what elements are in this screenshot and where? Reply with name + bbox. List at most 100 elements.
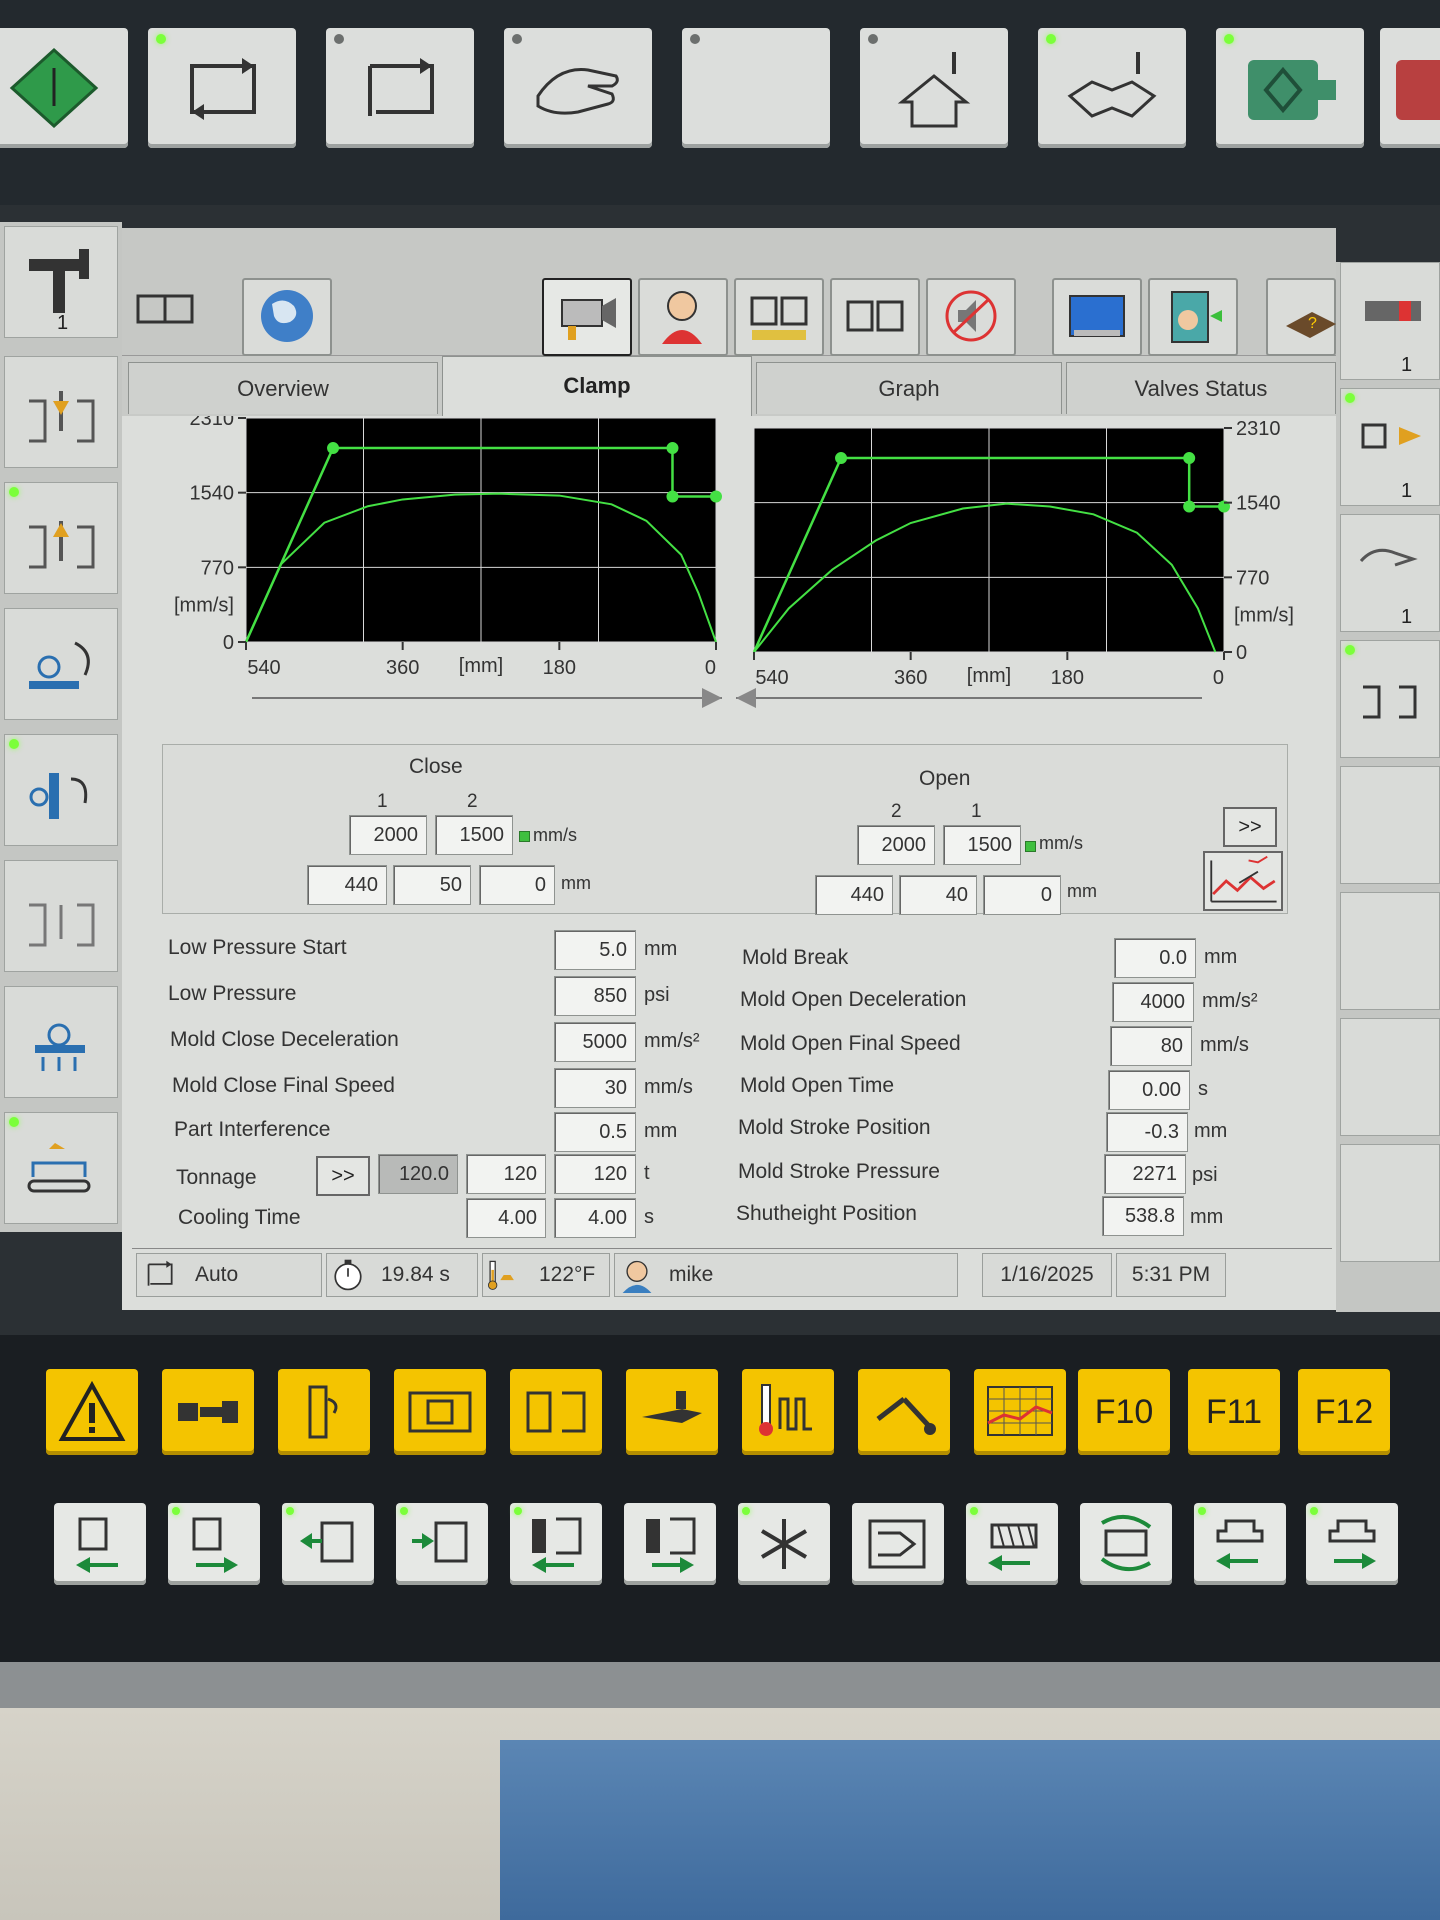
alarm-key[interactable] bbox=[46, 1369, 138, 1455]
close-pos3-input[interactable]: 0 bbox=[479, 865, 555, 905]
transfer-button[interactable]: 1 bbox=[1340, 388, 1440, 506]
ejector-forward-key[interactable] bbox=[624, 1503, 716, 1585]
open-title: Open bbox=[919, 767, 971, 790]
graph-key[interactable] bbox=[974, 1369, 1066, 1455]
more-profile-button[interactable]: >> bbox=[1223, 807, 1277, 847]
close-pos1-input[interactable]: 440 bbox=[307, 865, 387, 905]
tonnage-setpoint[interactable]: 120 bbox=[466, 1154, 546, 1194]
low-pressure-input[interactable]: 850 bbox=[554, 976, 636, 1016]
screw-rotate-key[interactable] bbox=[1080, 1503, 1172, 1585]
open-pos2-input[interactable]: 40 bbox=[899, 875, 977, 915]
nozzle-key[interactable] bbox=[852, 1503, 944, 1585]
profile-graph-button[interactable] bbox=[1203, 851, 1283, 911]
mold-height-key[interactable] bbox=[278, 1369, 370, 1455]
mold-close-deceleration-input[interactable]: 5000 bbox=[554, 1022, 636, 1062]
gripper-swivel-button[interactable] bbox=[4, 734, 118, 846]
clamp-key[interactable] bbox=[394, 1369, 486, 1455]
network-button[interactable] bbox=[242, 278, 332, 356]
mold-setup-button[interactable] bbox=[734, 278, 824, 356]
led-indicator bbox=[1310, 1507, 1318, 1515]
mold-icon-button[interactable] bbox=[122, 272, 194, 350]
ejector-back-key[interactable] bbox=[510, 1503, 602, 1585]
cooling-key[interactable] bbox=[738, 1503, 830, 1585]
mold-close-key[interactable] bbox=[168, 1503, 260, 1585]
f11-key[interactable]: F11 bbox=[1188, 1369, 1280, 1455]
right-blank-button-4[interactable] bbox=[1340, 1144, 1440, 1262]
tab-overview[interactable]: Overview bbox=[128, 362, 438, 414]
temperature-key[interactable] bbox=[742, 1369, 834, 1455]
date-status: 1/16/2025 bbox=[982, 1253, 1112, 1297]
tab-graph[interactable]: Graph bbox=[756, 362, 1062, 414]
semi-auto-button[interactable] bbox=[326, 28, 474, 148]
robot-select-button[interactable]: 1 bbox=[4, 226, 118, 338]
gripper-rotate-button[interactable] bbox=[4, 608, 118, 720]
machine-overview-key[interactable] bbox=[162, 1369, 254, 1455]
setpoint-handle bbox=[666, 490, 679, 503]
x-tick-label: 0 bbox=[705, 657, 716, 679]
ejector-key[interactable] bbox=[510, 1369, 602, 1455]
part-interference-input[interactable]: 0.5 bbox=[554, 1112, 636, 1152]
tonnage-more-button[interactable]: >> bbox=[316, 1156, 370, 1196]
open-pos1-input[interactable]: 440 bbox=[815, 875, 893, 915]
mold-open-key[interactable] bbox=[54, 1503, 146, 1585]
carriage-back-key[interactable] bbox=[282, 1503, 374, 1585]
mold-position-button[interactable] bbox=[4, 860, 118, 972]
lower-bezel bbox=[0, 1662, 1440, 1708]
robot-handshake-button[interactable] bbox=[1038, 28, 1186, 148]
motor-off-button[interactable] bbox=[1380, 28, 1440, 148]
logout-button[interactable] bbox=[1148, 278, 1238, 356]
right-blank-button-3[interactable] bbox=[1340, 1018, 1440, 1136]
vacuum-button[interactable] bbox=[4, 986, 118, 1098]
screw-back-icon bbox=[988, 1523, 1038, 1571]
tab-valves-status[interactable]: Valves Status bbox=[1066, 362, 1336, 414]
nozzle-forward-key[interactable] bbox=[1306, 1503, 1398, 1585]
led-indicator bbox=[868, 34, 878, 44]
injection-key[interactable] bbox=[626, 1369, 718, 1455]
open-speed1-input[interactable]: 1500 bbox=[943, 825, 1021, 865]
blank-button[interactable] bbox=[682, 28, 830, 148]
motor-button[interactable] bbox=[1216, 28, 1364, 148]
f12-key[interactable]: F12 bbox=[1298, 1369, 1390, 1455]
screw-back-key[interactable] bbox=[966, 1503, 1058, 1585]
mold-open-time-input[interactable]: 0.00 bbox=[1108, 1070, 1190, 1110]
ejector-down-button[interactable] bbox=[4, 356, 118, 468]
mold-close-final-speed-input[interactable]: 30 bbox=[554, 1068, 636, 1108]
ejector-up-button[interactable] bbox=[4, 482, 118, 594]
clamp-key-icon bbox=[408, 1391, 472, 1433]
auto-cycle-button[interactable] bbox=[148, 28, 296, 148]
right-blank-button-1[interactable] bbox=[1340, 766, 1440, 884]
mold-open-final-speed-input[interactable]: 80 bbox=[1110, 1026, 1192, 1066]
mold-break-input[interactable]: 0.0 bbox=[1114, 938, 1196, 978]
sound-mute-button[interactable] bbox=[926, 278, 1016, 356]
start-button[interactable] bbox=[0, 28, 128, 148]
profile-graph-icon bbox=[1210, 855, 1277, 903]
conveyor-button[interactable] bbox=[4, 1112, 118, 1224]
robot-key[interactable] bbox=[858, 1369, 950, 1455]
open-pos3-input[interactable]: 0 bbox=[983, 875, 1061, 915]
carriage-forward-key[interactable] bbox=[396, 1503, 488, 1585]
low-pressure-start-input[interactable]: 5.0 bbox=[554, 930, 636, 970]
mold-open-deceleration-input[interactable]: 4000 bbox=[1112, 982, 1194, 1022]
f10-key[interactable]: F10 bbox=[1078, 1369, 1170, 1455]
clamp-camera-button[interactable] bbox=[542, 278, 632, 356]
right-blank-button-2[interactable] bbox=[1340, 892, 1440, 1010]
robot-home-button[interactable] bbox=[860, 28, 1008, 148]
tonnage-input[interactable]: 120 bbox=[554, 1154, 636, 1194]
gripper-release-button[interactable]: 1 bbox=[1340, 514, 1440, 632]
manual-button[interactable] bbox=[504, 28, 652, 148]
close-speed1-input[interactable]: 2000 bbox=[349, 815, 427, 855]
mold-close-deceleration-label: Mold Close Deceleration bbox=[170, 1028, 399, 1051]
tab-bar: Overview Clamp Graph Valves Status bbox=[122, 356, 1336, 416]
mold-height-button[interactable] bbox=[830, 278, 920, 356]
screen-setup-button[interactable] bbox=[1052, 278, 1142, 356]
open-speed2-input[interactable]: 2000 bbox=[857, 825, 935, 865]
cooling-time-input[interactable]: 4.00 bbox=[554, 1198, 636, 1238]
robot-gripper-button[interactable]: 1 bbox=[1340, 262, 1440, 380]
close-pos2-input[interactable]: 50 bbox=[393, 865, 471, 905]
tab-clamp[interactable]: Clamp bbox=[442, 356, 752, 416]
mold-transfer-button[interactable] bbox=[1340, 640, 1440, 758]
help-button[interactable]: ? bbox=[1266, 278, 1336, 356]
user-button[interactable] bbox=[638, 278, 728, 356]
nozzle-back-key[interactable] bbox=[1194, 1503, 1286, 1585]
close-speed2-input[interactable]: 1500 bbox=[435, 815, 513, 855]
